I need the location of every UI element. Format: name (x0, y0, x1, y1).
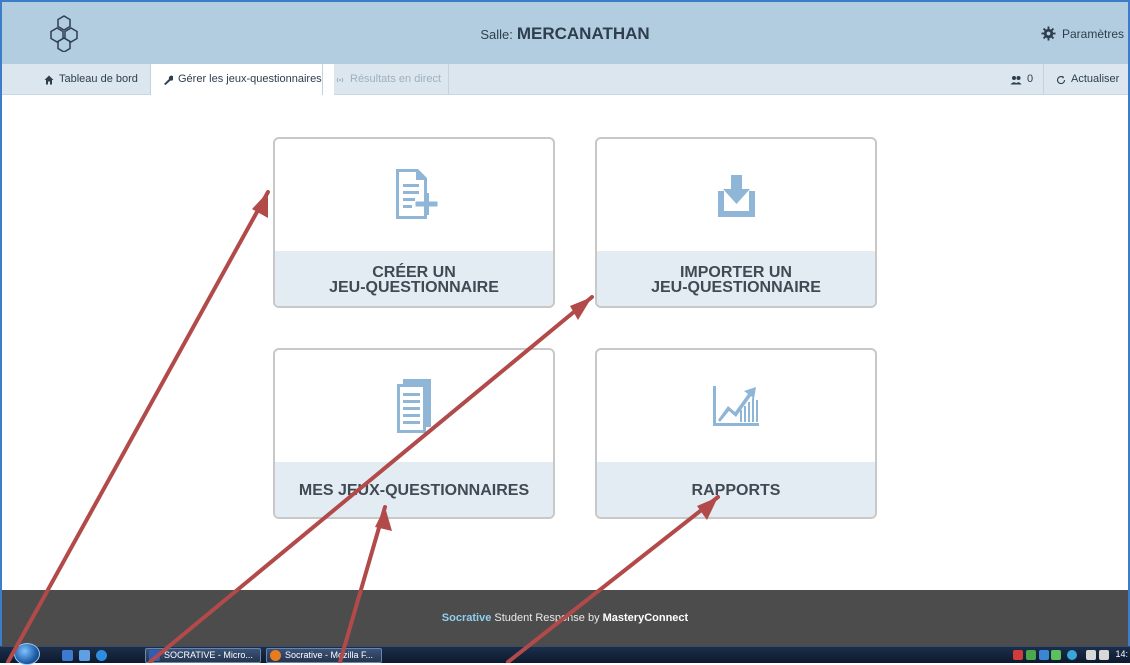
tab-manage-quizzes-label: Gérer les jeux-questionnaires (178, 73, 322, 85)
tab-live-results-label: Résultats en direct (350, 73, 442, 85)
student-count-value: 0 (1027, 73, 1034, 85)
internet-explorer-icon[interactable] (96, 650, 107, 661)
taskbar-clock[interactable]: 14: (1115, 649, 1128, 659)
taskbar-word-button[interactable]: SOCRATIVE - Micro... (145, 648, 261, 663)
documents-icon (397, 379, 431, 433)
my-quizzes-line1: MES JEUX-QUESTIONNAIRES (298, 482, 530, 499)
reports-tile[interactable]: RAPPORTS (595, 348, 877, 519)
display-icon[interactable] (1086, 650, 1096, 660)
users-icon (1010, 75, 1022, 84)
taskbar-firefox-label: Socrative - Mozilla F... (285, 650, 374, 660)
tab-dashboard-label: Tableau de bord (59, 73, 138, 85)
nav-bar: Tableau de bord Gérer les jeux-questionn… (2, 64, 1128, 95)
tab-live-results[interactable]: Résultats en direct (323, 64, 453, 95)
room-name: MERCANATHAN (516, 24, 650, 43)
windows-taskbar: SOCRATIVE - Micro... Socrative - Mozilla… (0, 643, 1130, 665)
footer-brand[interactable]: Socrative (442, 612, 492, 624)
reports-line1: RAPPORTS (691, 482, 781, 499)
settings-button[interactable]: Paramètres (1041, 26, 1124, 41)
taskbar-firefox-button[interactable]: Socrative - Mozilla F... (266, 648, 382, 663)
create-quiz-label: CRÉER UN JEU-QUESTIONNAIRE (275, 251, 553, 306)
student-count: 0 (998, 64, 1045, 95)
refresh-button[interactable]: Actualiser (1044, 64, 1130, 95)
create-document-icon (396, 169, 438, 219)
create-quiz-line2: JEU-QUESTIONNAIRE (329, 278, 499, 296)
tab-dashboard[interactable]: Tableau de bord (32, 64, 150, 95)
room-label: Salle: (480, 27, 513, 42)
page-footer: Socrative Student Response by MasteryCon… (2, 590, 1128, 646)
my-quizzes-label: MES JEUX-QUESTIONNAIRES (275, 462, 553, 517)
footer-company[interactable]: MasteryConnect (603, 612, 689, 624)
volume-icon[interactable] (1099, 650, 1109, 660)
import-quiz-line2: JEU-QUESTIONNAIRE (651, 278, 821, 296)
start-button-icon[interactable] (14, 643, 40, 665)
tray-update-icon[interactable] (1051, 650, 1061, 660)
nav-divider (448, 64, 449, 95)
room-title: Salle: MERCANATHAN (2, 24, 1128, 44)
gear-icon (1041, 26, 1056, 41)
home-icon (44, 75, 54, 84)
import-quiz-label: IMPORTER UN JEU-QUESTIONNAIRE (597, 251, 875, 306)
my-quizzes-tile[interactable]: MES JEUX-QUESTIONNAIRES (273, 348, 555, 519)
refresh-icon (1056, 75, 1066, 84)
create-quiz-tile[interactable]: CRÉER UN JEU-QUESTIONNAIRE (273, 137, 555, 308)
show-desktop-icon[interactable] (62, 650, 73, 661)
settings-label: Paramètres (1061, 26, 1124, 41)
word-icon (149, 650, 160, 661)
network-icon[interactable] (1039, 650, 1049, 660)
import-quiz-tile[interactable]: IMPORTER UN JEU-QUESTIONNAIRE (595, 137, 877, 308)
import-download-icon (718, 175, 755, 217)
reports-label: RAPPORTS (597, 462, 875, 517)
browser-frame (0, 0, 1130, 663)
switch-windows-icon[interactable] (79, 650, 90, 661)
broadcast-icon (336, 77, 344, 82)
tray-app-icon[interactable] (1026, 650, 1036, 660)
tab-manage-quizzes[interactable]: Gérer les jeux-questionnaires (151, 64, 334, 95)
chart-growth-icon (713, 386, 759, 426)
footer-text: Student Response by (491, 612, 603, 624)
taskbar-word-label: SOCRATIVE - Micro... (164, 650, 253, 660)
refresh-label: Actualiser (1071, 73, 1120, 85)
tray-status-icon[interactable] (1067, 650, 1077, 660)
wrench-icon (164, 75, 173, 85)
firefox-icon (270, 650, 281, 661)
top-header: Salle: MERCANATHAN Paramètres (2, 2, 1128, 64)
antivirus-icon[interactable] (1013, 650, 1023, 660)
